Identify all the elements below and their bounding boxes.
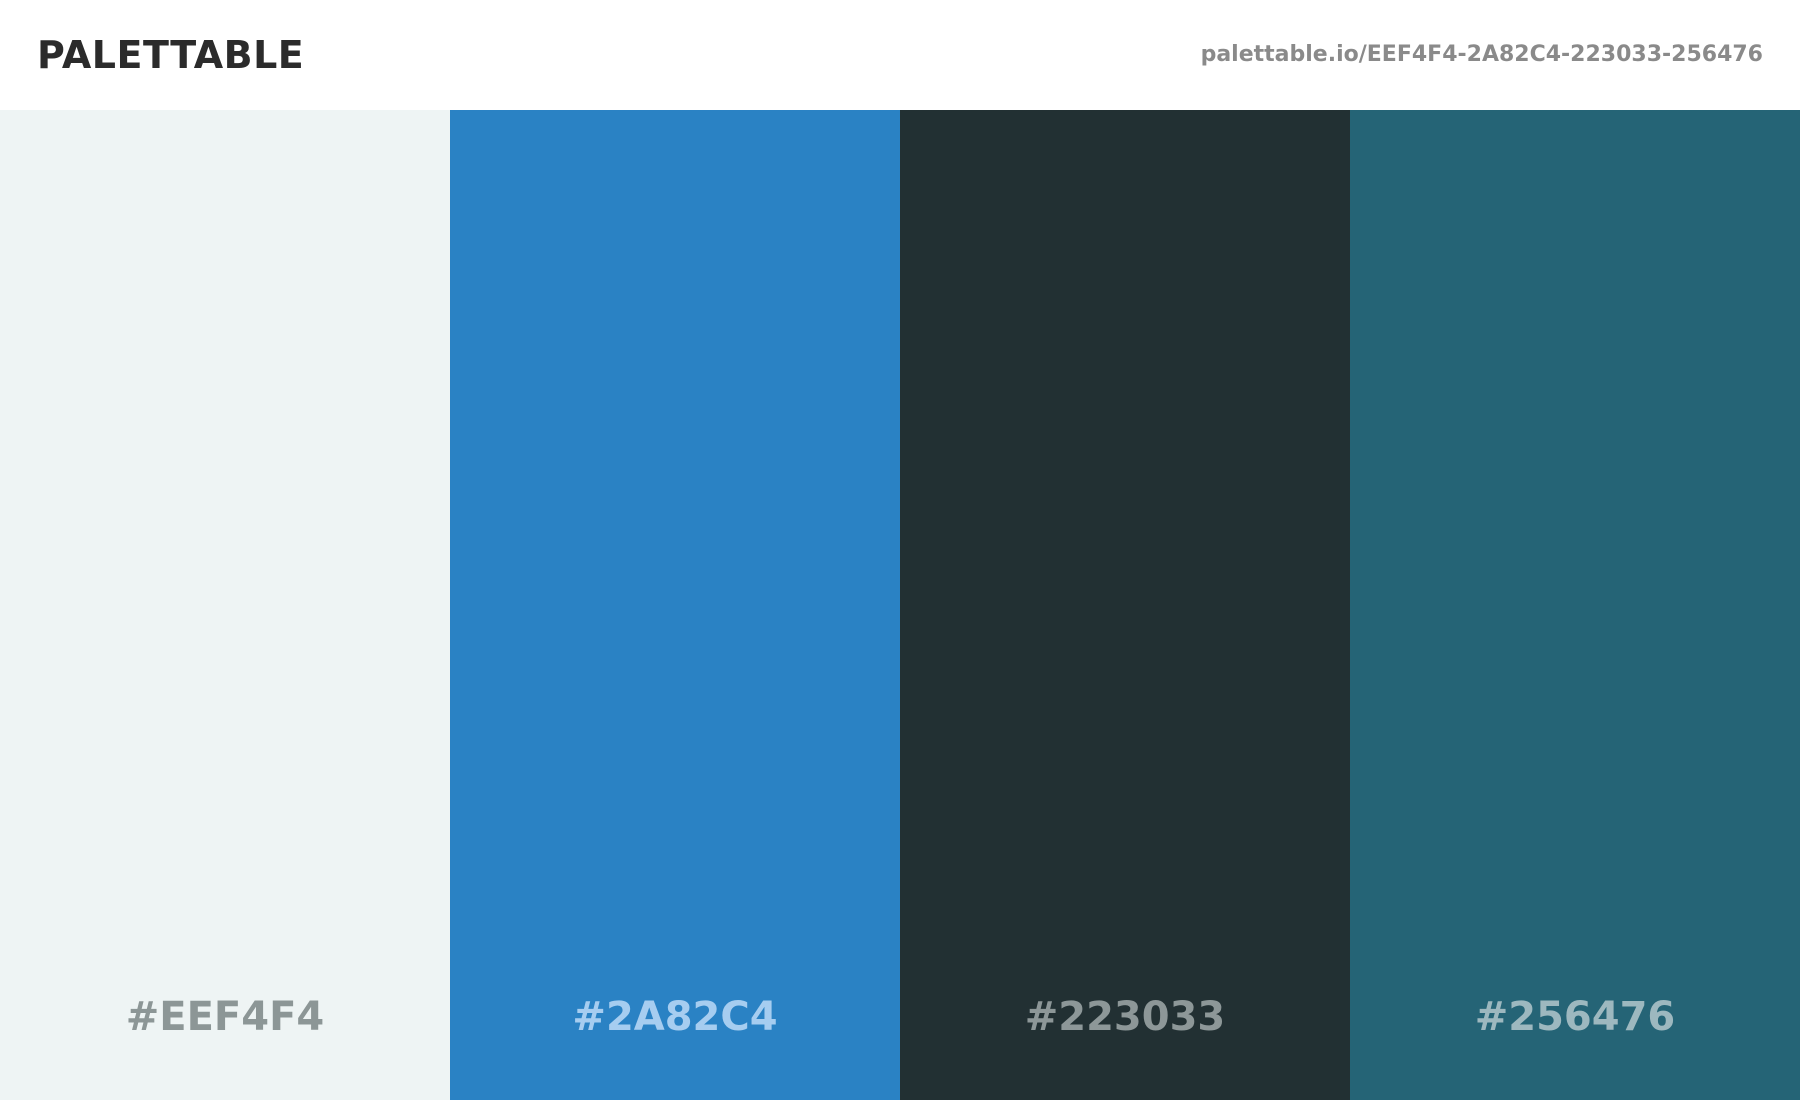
palette-url[interactable]: palettable.io/EEF4F4-2A82C4-223033-25647… bbox=[1201, 40, 1763, 70]
swatch-hex-label: #EEF4F4 bbox=[125, 994, 325, 1040]
color-swatch[interactable]: #223033 bbox=[900, 110, 1350, 1100]
header: PALETTABLE palettable.io/EEF4F4-2A82C4-2… bbox=[0, 0, 1800, 110]
swatch-hex-label: #2A82C4 bbox=[572, 994, 778, 1040]
color-swatch[interactable]: #2A82C4 bbox=[450, 110, 900, 1100]
swatch-hex-label: #223033 bbox=[1024, 994, 1226, 1040]
color-swatch[interactable]: #256476 bbox=[1350, 110, 1800, 1100]
brand-logo[interactable]: PALETTABLE bbox=[37, 32, 304, 78]
palette-page: PALETTABLE palettable.io/EEF4F4-2A82C4-2… bbox=[0, 0, 1800, 1100]
swatch-row: #EEF4F4 #2A82C4 #223033 #256476 bbox=[0, 110, 1800, 1100]
swatch-hex-label: #256476 bbox=[1474, 994, 1676, 1040]
color-swatch[interactable]: #EEF4F4 bbox=[0, 110, 450, 1100]
